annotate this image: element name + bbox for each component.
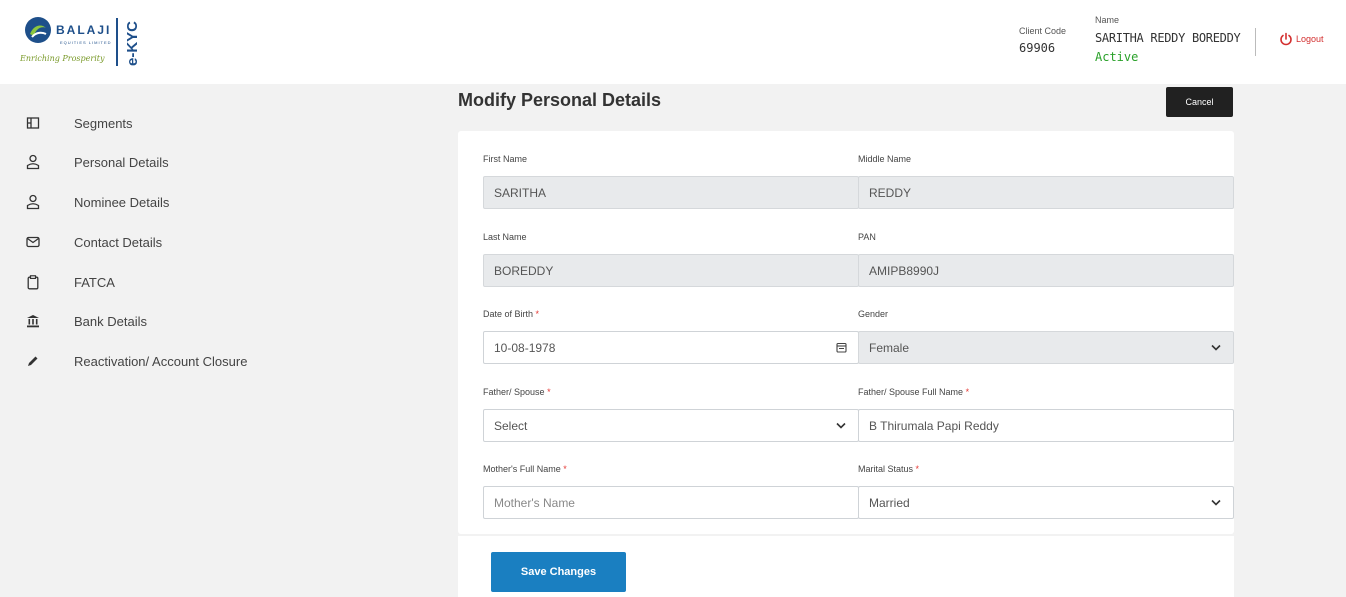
chevron-down-icon [1209, 340, 1223, 354]
header-divider [1255, 28, 1256, 56]
marital-status-value: Married [869, 495, 910, 510]
father-spouse-name-label-text: Father/ Spouse Full Name [858, 387, 964, 397]
user-name: SARITHA REDDY BOREDDY [1095, 31, 1241, 45]
name-label: Name [1095, 15, 1120, 25]
client-code-value: 69906 [1019, 41, 1056, 55]
balaji-logo-icon [25, 17, 51, 43]
mother-name-input[interactable]: Mother's Name [483, 486, 859, 519]
father-spouse-select[interactable]: Select [483, 409, 859, 442]
sidebar-item-label: Bank Details [74, 313, 147, 329]
sidebar-item-personal-details[interactable]: Personal Details [24, 150, 169, 174]
power-icon [1280, 32, 1292, 46]
sidebar-item-label: Personal Details [74, 154, 169, 170]
pan-label: PAN [858, 232, 876, 242]
father-spouse-name-input[interactable]: B Thirumala Papi Reddy [858, 409, 1234, 442]
chevron-down-icon [1209, 495, 1223, 509]
brand-tagline: Enriching Prosperity [20, 54, 105, 63]
sidebar-item-segments[interactable]: Segments [24, 111, 133, 135]
chevron-down-icon [834, 418, 848, 432]
dob-label-text: Date of Birth [483, 309, 534, 319]
gender-select[interactable]: Female [858, 331, 1234, 364]
clipboard-icon [24, 273, 42, 291]
sidebar-item-label: Segments [74, 115, 133, 131]
pan-field[interactable]: AMIPB8990J [858, 254, 1234, 287]
segments-icon [24, 114, 42, 132]
logo-divider [116, 18, 118, 66]
client-code-label: Client Code [1019, 26, 1067, 36]
required-mark: * [535, 309, 540, 319]
bank-icon [24, 312, 42, 330]
personal-details-form: First Name SARITHA Middle Name REDDY Las… [458, 131, 1234, 534]
father-spouse-value: Select [494, 418, 528, 433]
sidebar-item-label: FATCA [74, 274, 115, 290]
envelope-icon [24, 233, 42, 251]
required-mark: * [965, 387, 970, 397]
user-icon [24, 153, 42, 171]
marital-status-label: Marital Status * [858, 464, 919, 474]
first-name-field[interactable]: SARITHA [483, 176, 859, 209]
sidebar-item-nominee-details[interactable]: Nominee Details [24, 190, 169, 214]
gender-label: Gender [858, 309, 889, 319]
logout-button[interactable]: Logout [1279, 32, 1324, 46]
marital-status-label-text: Marital Status [858, 464, 914, 474]
top-header: BALAJI EQUITIES LIMITED Enriching Prospe… [0, 0, 1346, 84]
required-mark: * [915, 464, 920, 474]
page-title: Modify Personal Details [458, 90, 662, 110]
pencil-icon [24, 352, 42, 370]
date-of-birth-value: 10-08-1978 [494, 340, 556, 355]
father-spouse-name-label: Father/ Spouse Full Name * [858, 387, 969, 397]
brand-logo[interactable]: BALAJI EQUITIES LIMITED Enriching Prospe… [20, 14, 160, 70]
marital-status-select[interactable]: Married [858, 486, 1234, 519]
mother-name-label-text: Mother's Full Name [483, 464, 561, 474]
required-mark: * [547, 387, 551, 397]
user-icon [24, 193, 42, 211]
father-spouse-label-text: Father/ Spouse [483, 387, 545, 397]
middle-name-field[interactable]: REDDY [858, 176, 1234, 209]
required-mark: * [563, 464, 567, 474]
ekyc-logo-icon: e-KYC [124, 21, 141, 66]
gender-value: Female [869, 340, 910, 355]
father-spouse-label: Father/ Spouse * [483, 387, 551, 397]
sidebar-item-label: Nominee Details [74, 194, 170, 210]
svg-text:e-KYC: e-KYC [124, 21, 141, 66]
mother-name-label: Mother's Full Name * [483, 464, 567, 474]
last-name-field[interactable]: BOREDDY [483, 254, 859, 287]
save-changes-button[interactable]: Save Changes [491, 552, 626, 592]
brand-name: BALAJI [56, 23, 112, 37]
sidebar-item-bank-details[interactable]: Bank Details [24, 309, 147, 333]
sidebar-item-label: Contact Details [74, 234, 163, 250]
logout-label: Logout [1296, 34, 1324, 44]
calendar-icon[interactable] [834, 340, 848, 354]
sidebar-item-contact-details[interactable]: Contact Details [24, 230, 162, 254]
date-of-birth-input[interactable]: 10-08-1978 [483, 331, 859, 364]
account-status: Active [1095, 50, 1139, 64]
first-name-label: First Name [483, 154, 528, 164]
sidebar-item-label: Reactivation/ Account Closure [74, 353, 248, 369]
last-name-label: Last Name [483, 232, 527, 242]
middle-name-label: Middle Name [858, 154, 912, 164]
sidebar-item-fatca[interactable]: FATCA [24, 270, 115, 294]
dob-label: Date of Birth * [483, 309, 539, 319]
cancel-button[interactable]: Cancel [1166, 87, 1233, 117]
sidebar-item-reactivation-account-closure[interactable]: Reactivation/ Account Closure [24, 349, 247, 373]
brand-subtitle: EQUITIES LIMITED [60, 40, 112, 45]
